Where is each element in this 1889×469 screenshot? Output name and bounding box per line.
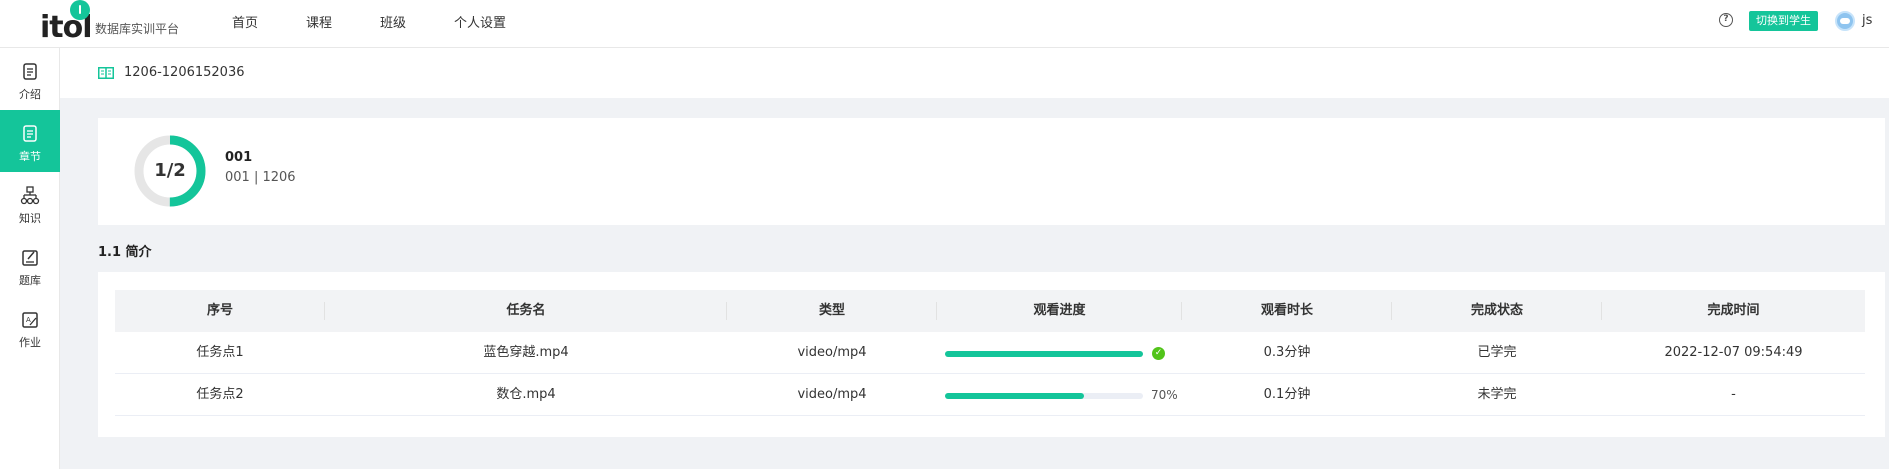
progress-bar xyxy=(945,393,1143,399)
task-table: 序号 任务名 类型 观看进度 观看时长 完成状态 完成时间 任务点1 蓝色穿越.… xyxy=(115,290,1865,416)
sidebar-item-question-bank[interactable]: 题库 xyxy=(0,234,60,296)
task-name[interactable]: 蓝色穿越.mp4 xyxy=(325,332,727,373)
question-bank-icon xyxy=(22,250,38,266)
progress-percent: 70% xyxy=(1151,388,1178,402)
switch-to-student-button[interactable]: 切换到学生 xyxy=(1749,11,1818,31)
completion-time: 2022-12-07 09:54:49 xyxy=(1664,345,1803,360)
nav-item-home[interactable]: 首页 xyxy=(232,0,258,48)
progress-text: 1/2 xyxy=(154,160,186,181)
chapter-icon xyxy=(23,125,37,142)
chapter-summary-card: 1/2 001 001 | 1206 xyxy=(98,118,1885,225)
chapter-subtitle: 001 | 1206 xyxy=(225,170,296,185)
sidebar-item-intro[interactable]: 介绍 xyxy=(0,48,60,110)
check-circle-icon: ✓ xyxy=(1152,347,1165,360)
homework-icon: A xyxy=(22,312,38,328)
sidebar-item-knowledge[interactable]: 知识 xyxy=(0,172,60,234)
task-table-card: 序号 任务名 类型 观看进度 观看时长 完成状态 完成时间 任务点1 蓝色穿越.… xyxy=(98,272,1885,437)
nav-item-courses[interactable]: 课程 xyxy=(306,0,332,48)
document-icon xyxy=(23,63,37,80)
progress-bar-fill xyxy=(945,351,1143,357)
username[interactable]: js xyxy=(1862,13,1872,28)
watch-progress: ✓ xyxy=(937,332,1182,373)
sidebar-item-label: 章节 xyxy=(19,150,41,163)
watch-progress: 70% xyxy=(937,374,1182,415)
main-nav: 首页 课程 班级 个人设置 xyxy=(232,0,554,48)
breadcrumb-bar: 1206-1206152036 xyxy=(60,48,1889,98)
top-bar: itol 数据库实训平台 首页 课程 班级 个人设置 ? 切换到学生 js xyxy=(0,0,1889,48)
svg-text:A: A xyxy=(26,316,31,324)
sidebar-item-chapters[interactable]: 章节 xyxy=(0,110,60,172)
platform-name: 数据库实训平台 xyxy=(95,22,180,36)
completion-status: 已学完 xyxy=(1477,345,1517,360)
watch-duration: 0.1分钟 xyxy=(1263,387,1311,402)
task-seq: 任务点2 xyxy=(196,387,244,402)
logo-dot-icon xyxy=(70,0,90,20)
column-header: 序号 xyxy=(115,290,325,332)
hierarchy-icon xyxy=(20,186,40,205)
help-icon[interactable]: ? xyxy=(1719,13,1733,27)
nav-item-settings[interactable]: 个人设置 xyxy=(454,0,506,48)
column-header: 任务名 xyxy=(325,290,727,332)
column-header: 完成状态 xyxy=(1392,290,1602,332)
breadcrumb: 1206-1206152036 xyxy=(124,65,245,80)
completion-time: - xyxy=(1731,387,1736,402)
sidebar-item-label: 作业 xyxy=(19,336,41,349)
sidebar-item-homework[interactable]: A 作业 xyxy=(0,296,60,358)
task-type: video/mp4 xyxy=(797,345,867,360)
avatar[interactable] xyxy=(1835,11,1855,31)
table-row[interactable]: 任务点1 蓝色穿越.mp4 video/mp4 ✓ 0.3分钟 已学完 2022… xyxy=(115,332,1865,374)
task-seq: 任务点1 xyxy=(196,345,244,360)
book-icon xyxy=(98,67,114,79)
table-row[interactable]: 任务点2 数仓.mp4 video/mp4 70% 0.1分钟 未学完 - xyxy=(115,374,1865,416)
section-title: 1.1 简介 xyxy=(98,245,152,260)
completion-status: 未学完 xyxy=(1477,387,1517,402)
sidebar-item-label: 题库 xyxy=(19,274,41,287)
progress-bar xyxy=(945,351,1143,357)
task-name[interactable]: 数仓.mp4 xyxy=(325,374,727,415)
task-type: video/mp4 xyxy=(797,387,867,402)
sidebar-item-label: 介绍 xyxy=(19,88,41,101)
progress-bar-fill xyxy=(945,393,1084,399)
sidebar: 介绍 章节 知识 题库 A 作业 xyxy=(0,48,60,469)
column-header: 观看进度 xyxy=(937,290,1182,332)
nav-item-classes[interactable]: 班级 xyxy=(380,0,406,48)
column-header: 观看时长 xyxy=(1182,290,1392,332)
table-header: 序号 任务名 类型 观看进度 观看时长 完成状态 完成时间 xyxy=(115,290,1865,332)
sidebar-item-label: 知识 xyxy=(19,212,41,225)
column-header: 完成时间 xyxy=(1707,303,1760,318)
watch-duration: 0.3分钟 xyxy=(1263,345,1311,360)
chapter-title: 001 xyxy=(225,150,253,165)
column-header: 类型 xyxy=(727,290,937,332)
